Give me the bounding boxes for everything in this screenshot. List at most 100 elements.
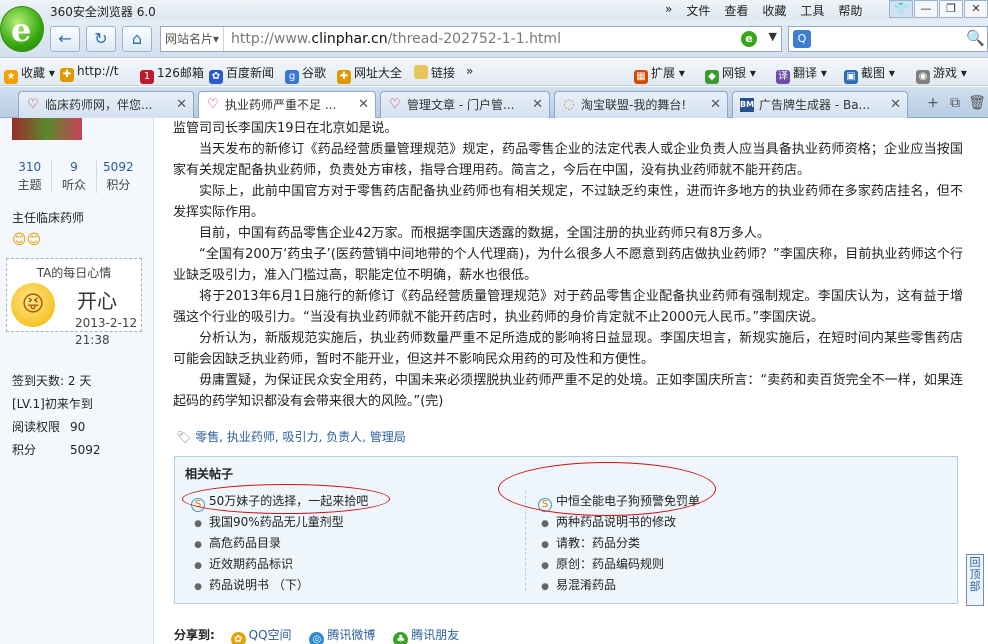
fav-item-126mail[interactable]: 1 126邮箱 bbox=[140, 64, 204, 84]
list-item[interactable]: ● 近效期药品标识 bbox=[187, 554, 507, 575]
tab-billboard-generator[interactable]: BM 广告牌生成器 - Ba... ✕ bbox=[732, 91, 908, 118]
refresh-button[interactable]: ↻ bbox=[86, 26, 116, 52]
fav-item-baidu-news[interactable]: ✿ 百度新闻 bbox=[209, 64, 274, 84]
url-path: /thread-202752-1-1.html bbox=[387, 31, 561, 47]
address-bar[interactable]: 网站名片▾ http://www.clinphar.cn/thread-2027… bbox=[160, 26, 782, 52]
tab-manage-articles[interactable]: ♡ 管理文章 - 门户管... ✕ bbox=[380, 91, 550, 118]
tab-close-icon[interactable]: ✕ bbox=[358, 92, 369, 118]
tab-pharmacist-shortage[interactable]: ♡ 执业药师严重不足 ... ✕ bbox=[198, 91, 376, 119]
fav-label: 126邮箱 bbox=[157, 66, 204, 80]
list-item[interactable]: ● 请教：药品分类 bbox=[534, 533, 845, 554]
maximize-button[interactable]: ❐ bbox=[939, 0, 963, 18]
heart-icon: ♡ bbox=[389, 97, 401, 112]
fav-more[interactable]: » bbox=[466, 64, 473, 78]
search-icon[interactable]: 🔍 bbox=[966, 29, 985, 47]
chevron-down-icon[interactable]: ▼ bbox=[769, 30, 777, 43]
fav-item-links[interactable]: 链接 bbox=[414, 64, 455, 81]
screenshot-button[interactable]: ▣ 截图 ▾ bbox=[844, 64, 895, 84]
back-to-top-button[interactable]: 回顶部 bbox=[966, 554, 984, 606]
user-level[interactable]: [LV.1]初来乍到 bbox=[12, 393, 146, 416]
list-item[interactable]: ● 易混淆药品 bbox=[534, 575, 845, 596]
tag-links[interactable]: 零售, 执业药师, 吸引力, 负责人, 管理局 bbox=[195, 430, 406, 444]
info-key: [LV.1]初来乍到 bbox=[12, 397, 93, 411]
list-item[interactable]: ● 药品说明书 （下） bbox=[187, 575, 507, 596]
close-window-button[interactable]: ✕ bbox=[964, 0, 988, 18]
stat-listeners[interactable]: 9 听众 bbox=[52, 160, 97, 193]
share-tencent-friends[interactable]: ♣ 腾讯朋友 bbox=[393, 628, 459, 644]
tab-close-icon[interactable]: ✕ bbox=[532, 92, 543, 118]
minimize-button[interactable]: — bbox=[914, 0, 938, 18]
points: 积分 5092 bbox=[12, 439, 146, 462]
related-link-text[interactable]: 高危药品目录 bbox=[209, 536, 281, 550]
tab-close-icon[interactable]: ✕ bbox=[890, 92, 901, 118]
related-link-text[interactable]: 近效期药品标识 bbox=[209, 557, 293, 571]
related-link-text[interactable]: 原创：药品编码规则 bbox=[556, 557, 664, 571]
online-banking-button[interactable]: ◆ 网银 ▾ bbox=[705, 64, 756, 84]
smiley-icon: 😊😊 bbox=[12, 232, 42, 248]
fav-item-url-directory[interactable]: ✚ 网址大全 bbox=[337, 64, 402, 84]
info-value: 5092 bbox=[70, 443, 101, 457]
favorites-menu[interactable]: ★ 收藏 ▾ bbox=[4, 64, 55, 84]
article-tags[interactable]: 🏷 零售, 执业药师, 吸引力, 负责人, 管理局 bbox=[176, 428, 406, 445]
menu-help[interactable]: 帮助 bbox=[831, 2, 869, 19]
fav-label: 网银 ▾ bbox=[722, 66, 756, 80]
search-engine-icon[interactable]: Q bbox=[793, 30, 811, 48]
share-qzone[interactable]: ✿ QQ空间 bbox=[230, 628, 292, 644]
tab-close-icon[interactable]: ✕ bbox=[176, 92, 187, 118]
related-link-text[interactable]: 药品说明书 （下） bbox=[209, 578, 309, 592]
list-item[interactable]: ● 原创：药品编码规则 bbox=[534, 554, 845, 575]
fav-item-google[interactable]: g 谷歌 bbox=[285, 64, 326, 84]
fav-label: 截图 ▾ bbox=[861, 66, 895, 80]
restore-tabs-icon[interactable]: ⧉ bbox=[944, 93, 966, 113]
fav-item-http[interactable]: ✚ http://t bbox=[60, 64, 118, 82]
search-box[interactable]: Q 🔍 bbox=[788, 26, 988, 52]
stat-topics[interactable]: 310 主题 bbox=[8, 160, 53, 193]
tag-icon: 🏷 bbox=[176, 430, 192, 444]
fav-label: http://t bbox=[77, 64, 119, 78]
related-link-text[interactable]: 请教：药品分类 bbox=[556, 536, 640, 550]
author-stats: 310 主题 9 听众 5092 积分 bbox=[8, 160, 140, 193]
tab-clinphar-home[interactable]: ♡ 临床药师网，伴您... ✕ bbox=[18, 91, 194, 118]
avatar[interactable] bbox=[12, 118, 82, 140]
tab-close-icon[interactable]: ✕ bbox=[710, 92, 721, 118]
fav-label: 谷歌 bbox=[302, 66, 327, 80]
related-link-text[interactable]: 易混淆药品 bbox=[556, 578, 616, 592]
list-item[interactable]: ● 我国90%药品无儿童剂型 bbox=[187, 512, 507, 533]
games-button[interactable]: ◉ 游戏 ▾ bbox=[916, 64, 967, 84]
extensions-button[interactable]: ▦ 扩展 ▾ bbox=[634, 64, 685, 84]
gamepad-icon: ◉ bbox=[916, 70, 930, 84]
fav-label: 网址大全 bbox=[354, 66, 403, 80]
menu-favorites[interactable]: 收藏 bbox=[755, 2, 793, 19]
translate-button[interactable]: 译翻译 ▾ bbox=[776, 64, 827, 84]
bullet-icon: ● bbox=[541, 561, 549, 571]
menu-file[interactable]: 文件 bbox=[679, 2, 717, 19]
stat-points[interactable]: 5092 积分 bbox=[97, 160, 140, 193]
article-paragraph: 目前，中国有药品零售企业42万家。而根据李国庆透露的数据，全国注册的执业药师只有… bbox=[199, 226, 770, 241]
skin-icon[interactable]: 👕 bbox=[889, 0, 913, 18]
compat-mode-icon[interactable]: e bbox=[741, 31, 757, 47]
menu-tools[interactable]: 工具 bbox=[793, 2, 831, 19]
url-text[interactable]: http://www.clinphar.cn/thread-202752-1-1… bbox=[231, 27, 561, 51]
bullet-icon: ● bbox=[541, 519, 549, 529]
window-title: 360安全浏览器 6.0 bbox=[50, 5, 156, 19]
share-text: QQ空间 bbox=[248, 628, 292, 642]
new-tab-button[interactable]: + bbox=[922, 93, 944, 113]
menu-view[interactable]: 查看 bbox=[717, 2, 755, 19]
mood-word: 开心 bbox=[77, 289, 117, 313]
tab-taobao-union[interactable]: ◌ 淘宝联盟-我的舞台! ✕ bbox=[554, 91, 728, 118]
user-info-list: 签到天数: 2 天 [LV.1]初来乍到 阅读权限 90 积分 5092 bbox=[12, 370, 146, 462]
article-paragraph: 监管司司长李国庆19日在北京如是说。 bbox=[173, 121, 398, 136]
menu-more[interactable]: » bbox=[658, 2, 679, 19]
site-card-button[interactable]: 网站名片▾ bbox=[161, 27, 225, 51]
related-title: 相关帖子 bbox=[185, 467, 234, 481]
share-tencent-weibo[interactable]: ◎ 腾讯微博 bbox=[309, 628, 375, 644]
home-button[interactable]: ⌂ bbox=[122, 26, 152, 52]
stat-label: 主题 bbox=[17, 178, 42, 192]
related-link-text[interactable]: 我国90%药品无儿童剂型 bbox=[209, 515, 344, 529]
list-item[interactable]: ● 高危药品目录 bbox=[187, 533, 507, 554]
trash-icon[interactable]: 🗑 bbox=[966, 93, 988, 113]
favorites-bar: ★ 收藏 ▾ ✚ http://t 1 126邮箱 ✿ 百度新闻 g 谷歌 ✚ 网址大全 链… bbox=[0, 59, 988, 86]
highlight-ellipse-right bbox=[498, 462, 716, 516]
related-link-text[interactable]: 两种药品说明书的修改 bbox=[556, 515, 676, 529]
back-button[interactable]: ← bbox=[50, 26, 80, 52]
